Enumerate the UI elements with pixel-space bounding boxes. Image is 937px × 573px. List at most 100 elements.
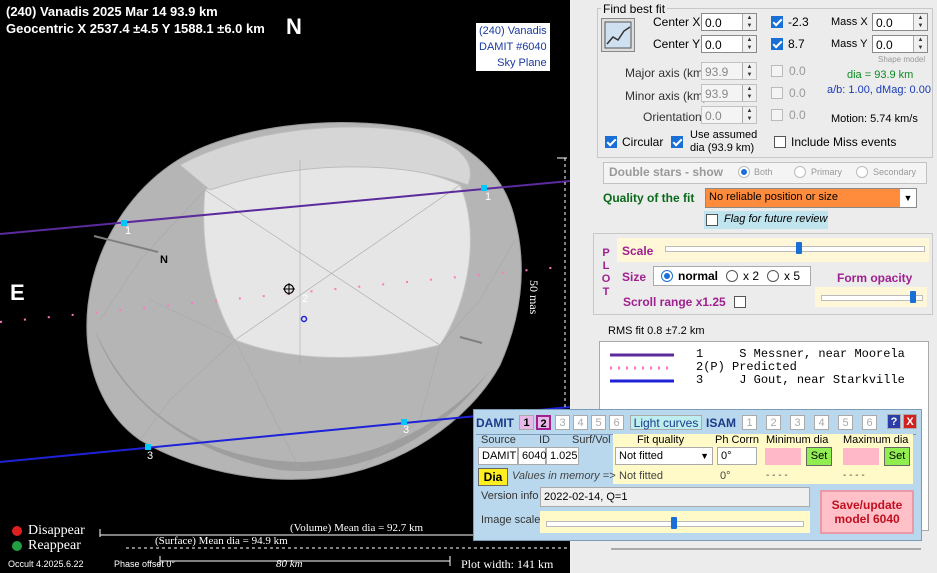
chord-label: 1	[485, 191, 492, 203]
source-header: Source	[481, 434, 516, 446]
disappear-label: Disappear	[28, 523, 85, 538]
legend-scrollbar[interactable]	[611, 548, 921, 550]
scale-slider-track[interactable]	[665, 246, 925, 252]
size-x5-radio[interactable]	[767, 270, 779, 282]
damit-tab-1[interactable]: 1	[519, 415, 534, 430]
use-assumed-checkbox[interactable]	[671, 136, 683, 148]
damit-tab-5[interactable]: 5	[591, 415, 606, 430]
minimum-dia-input[interactable]	[765, 448, 801, 465]
chevron-down-icon: ▼	[900, 189, 916, 207]
memory-fit-value: Not fitted	[619, 470, 664, 482]
damit-tab-2[interactable]: 2	[536, 415, 551, 430]
center-x-label: Center X	[653, 15, 701, 29]
isam-tab-4[interactable]: 4	[814, 415, 829, 430]
values-in-memory-label: Values in memory =>	[512, 470, 616, 482]
save-update-model-button[interactable]: Save/update model 6040	[820, 490, 914, 534]
quality-dropdown[interactable]: No reliable position or size ▼	[705, 188, 917, 208]
circular-checkbox[interactable]	[605, 136, 617, 148]
size-x2-radio[interactable]	[726, 270, 738, 282]
motion-text: Motion: 5.74 km/s	[831, 113, 918, 125]
isam-tab-1[interactable]: 1	[742, 415, 757, 430]
set-min-button[interactable]: Set	[806, 447, 832, 466]
include-miss-label: Include Miss events	[791, 135, 897, 149]
primary-radio[interactable]	[794, 166, 806, 178]
set-max-button[interactable]: Set	[884, 447, 910, 466]
fit-minor-checkbox[interactable]	[771, 87, 783, 99]
shape-model-label: Shape model	[878, 55, 926, 64]
scale-label: Scale	[622, 244, 654, 258]
id-value: 6040	[518, 447, 546, 465]
flag-review-checkbox[interactable]	[706, 214, 718, 226]
scale-slider-thumb[interactable]	[796, 242, 803, 254]
fit-major-checkbox[interactable]	[771, 65, 783, 77]
both-radio[interactable]	[738, 166, 750, 178]
dia-button[interactable]: Dia	[478, 468, 508, 486]
mass-y-input[interactable]: 0.0 ▲ ▼	[872, 35, 928, 53]
damit-tab-3[interactable]: 3	[555, 415, 570, 430]
pole-label: N	[160, 254, 168, 266]
maximum-dia-input[interactable]	[843, 448, 879, 465]
mass-x-label: Mass X	[831, 16, 868, 28]
form-opacity-label: Form opacity	[837, 271, 913, 285]
image-scale-label: Image scale	[481, 514, 541, 526]
fit-center-x-checkbox[interactable]	[771, 16, 783, 28]
primary-label: Primary	[811, 167, 842, 177]
secondary-radio[interactable]	[856, 166, 868, 178]
memory-max-value: - - - -	[843, 470, 865, 481]
orientation-result: 0.0	[789, 108, 806, 122]
ph-corrn-value[interactable]: 0°	[717, 447, 757, 465]
damit-tab-4[interactable]: 4	[573, 415, 588, 430]
center-x-input[interactable]: 0.0 ▲ ▼	[701, 13, 757, 31]
line-chart-icon	[604, 21, 632, 49]
dia-text: dia = 93.9 km	[847, 69, 914, 81]
size-label: Size	[622, 270, 647, 284]
major-result: 0.0	[789, 64, 806, 78]
version-label: Occult 4.2025.6.22	[8, 559, 84, 569]
isam-label: ISAM	[706, 416, 736, 430]
double-stars-group: Double stars - show Both Primary Seconda…	[603, 162, 927, 184]
damit-info-line: DAMIT #6040	[476, 39, 550, 55]
light-curves-button[interactable]: Light curves	[630, 415, 702, 430]
size-normal-label: normal	[678, 269, 719, 283]
minor-result: 0.0	[789, 86, 806, 100]
opacity-slider-thumb[interactable]	[910, 291, 917, 303]
mass-x-input[interactable]: 0.0 ▲ ▼	[872, 13, 928, 31]
image-scale-slider-thumb[interactable]	[671, 517, 677, 529]
fit-chart-button[interactable]	[601, 18, 635, 52]
fit-quality-dropdown[interactable]: Not fitted ▼	[615, 447, 713, 465]
isam-tab-6[interactable]: 6	[862, 415, 877, 430]
version-info-label: Version info	[481, 490, 539, 502]
quality-value: No reliable position or size	[709, 191, 839, 203]
isam-tab-2[interactable]: 2	[766, 415, 781, 430]
help-button[interactable]: ?	[887, 414, 901, 429]
double-stars-label: Double stars - show	[609, 165, 724, 179]
size-normal-radio[interactable]	[661, 270, 673, 282]
memory-min-value: - - - -	[766, 470, 788, 481]
mas-scale-label: 50 mas	[527, 280, 541, 315]
damit-label: DAMIT	[476, 416, 514, 430]
km-scale-label: 80 km	[276, 558, 303, 570]
chord-label: 1	[125, 225, 132, 237]
isam-tab-3[interactable]: 3	[790, 415, 805, 430]
plot-width-label: Plot width: 141 km	[461, 557, 554, 571]
fit-orientation-checkbox[interactable]	[771, 109, 783, 121]
scroll-range-checkbox[interactable]	[734, 296, 746, 308]
find-best-fit-title: Find best fit	[601, 2, 668, 16]
opacity-slider-track[interactable]	[821, 295, 923, 301]
orientation-label: Orientation	[643, 110, 702, 124]
surf-header: Surf/Vol	[572, 434, 611, 446]
include-miss-checkbox[interactable]	[774, 136, 786, 148]
size-x5-label: x 5	[784, 269, 801, 283]
isam-tab-5[interactable]: 5	[838, 415, 853, 430]
fit-center-y-checkbox[interactable]	[771, 38, 783, 50]
center-y-input[interactable]: 0.0 ▲ ▼	[701, 35, 757, 53]
close-button[interactable]: X	[903, 414, 917, 429]
surf-value: 1.025	[546, 447, 579, 465]
damit-panel: DAMIT 1 2 3 4 5 6 Light curves ISAM 1 2 …	[473, 409, 922, 541]
minor-axis-input[interactable]: 93.9 ▲ ▼	[701, 84, 757, 102]
orientation-input[interactable]: 0.0 ▲ ▼	[701, 106, 757, 124]
chord-label: 3	[403, 424, 410, 436]
north-label: N	[286, 14, 302, 39]
damit-tab-6[interactable]: 6	[609, 415, 624, 430]
major-axis-input[interactable]: 93.9 ▲ ▼	[701, 62, 757, 80]
